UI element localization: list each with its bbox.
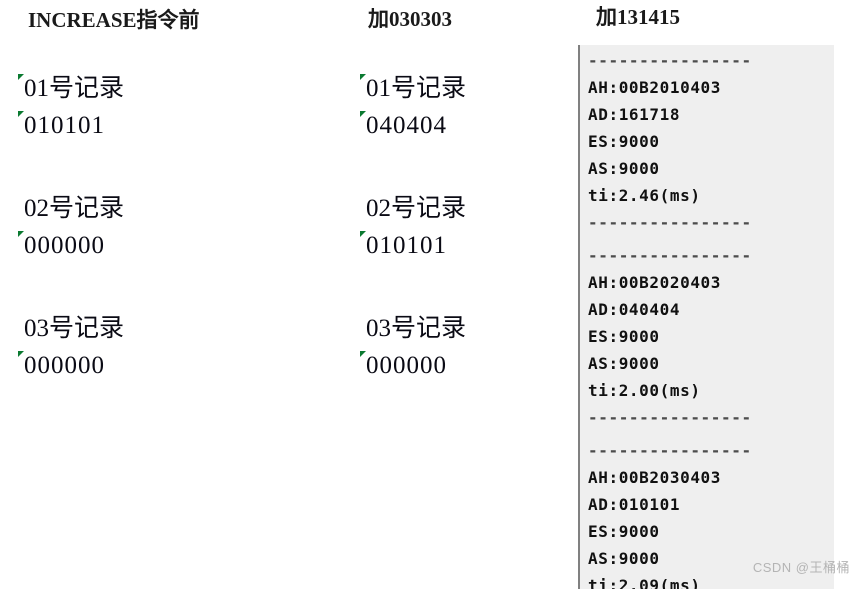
- terminal-separator: ----------------: [588, 213, 752, 232]
- record-title: 01号记录: [18, 70, 124, 107]
- terminal-line-ah: AH:00B2010403: [588, 78, 722, 97]
- record-value-text: 000000: [24, 352, 105, 379]
- paragraph-mark-icon: [18, 351, 24, 357]
- record-value: 000000: [18, 347, 124, 384]
- paragraph-mark-icon: [360, 351, 366, 357]
- record-title: 02号记录: [360, 190, 466, 227]
- terminal-line-ad: AD:161718: [588, 105, 681, 124]
- record-title-text: 03号记录: [366, 315, 467, 342]
- record-value-text: 010101: [366, 232, 447, 259]
- record-title: 01号记录: [360, 70, 466, 107]
- column-header-before-increase: INCREASE指令前: [28, 8, 200, 32]
- paragraph-mark-icon: [18, 74, 24, 80]
- terminal-line-ti: ti:2.00(ms): [588, 381, 701, 400]
- record-value: 040404: [360, 107, 466, 144]
- record-title: 03号记录: [18, 310, 124, 347]
- terminal-line-ad: AD:010101: [588, 495, 681, 514]
- record-column-before-increase: 01号记录 010101 02号记录 000000 03号记录 000000: [18, 70, 124, 384]
- record-item: 02号记录 000000: [18, 190, 124, 264]
- column-header-add-030303: 加030303: [368, 7, 452, 31]
- paragraph-mark-icon: [18, 231, 24, 237]
- record-value-text: 010101: [24, 112, 105, 139]
- terminal-separator: ----------------: [588, 408, 752, 427]
- record-column-add-030303: 01号记录 040404 02号记录 010101 03号记录 000000: [360, 70, 466, 384]
- terminal-separator: ----------------: [588, 441, 752, 460]
- record-title: 03号记录: [360, 310, 466, 347]
- record-value-text: 000000: [24, 232, 105, 259]
- record-value: 010101: [360, 227, 466, 264]
- terminal-separator: ----------------: [588, 51, 752, 70]
- record-item: 01号记录 040404: [360, 70, 466, 144]
- terminal-line-es: ES:9000: [588, 522, 660, 541]
- record-title-text: 01号记录: [366, 75, 467, 102]
- record-title-text: 02号记录: [24, 195, 125, 222]
- paragraph-mark-icon: [360, 231, 366, 237]
- paragraph-mark-icon: [360, 74, 366, 80]
- terminal-block: AH:00B2010403 AD:161718 ES:9000 AS:9000 …: [588, 74, 834, 209]
- terminal-line-es: ES:9000: [588, 132, 660, 151]
- paragraph-mark-icon: [360, 111, 366, 117]
- csdn-watermark: CSDN @王桶桶: [752, 560, 850, 575]
- terminal-line-ah: AH:00B2030403: [588, 468, 722, 487]
- terminal-output-panel[interactable]: ---------------- AH:00B2010403 AD:161718…: [578, 45, 834, 589]
- column-header-add-131415: 加131415: [596, 5, 680, 29]
- record-item: 03号记录 000000: [360, 310, 466, 384]
- terminal-line-as: AS:9000: [588, 159, 660, 178]
- terminal-block: AH:00B2020403 AD:040404 ES:9000 AS:9000 …: [588, 269, 834, 404]
- terminal-line-ah: AH:00B2020403: [588, 273, 722, 292]
- paragraph-mark-icon: [18, 111, 24, 117]
- record-title: 02号记录: [18, 190, 124, 227]
- record-item: 02号记录 010101: [360, 190, 466, 264]
- record-title-text: 01号记录: [24, 75, 125, 102]
- record-item: 03号记录 000000: [18, 310, 124, 384]
- record-value: 000000: [18, 227, 124, 264]
- terminal-line-as: AS:9000: [588, 354, 660, 373]
- record-value-text: 000000: [366, 352, 447, 379]
- record-value-text: 040404: [366, 112, 447, 139]
- terminal-content: ---------------- AH:00B2010403 AD:161718…: [580, 45, 834, 589]
- terminal-line-ad: AD:040404: [588, 300, 681, 319]
- record-value: 010101: [18, 107, 124, 144]
- terminal-separator: ----------------: [588, 246, 752, 265]
- record-title-text: 02号记录: [366, 195, 467, 222]
- terminal-line-es: ES:9000: [588, 327, 660, 346]
- terminal-line-ti: ti:2.46(ms): [588, 186, 701, 205]
- record-value: 000000: [360, 347, 466, 384]
- record-title-text: 03号记录: [24, 315, 125, 342]
- record-item: 01号记录 010101: [18, 70, 124, 144]
